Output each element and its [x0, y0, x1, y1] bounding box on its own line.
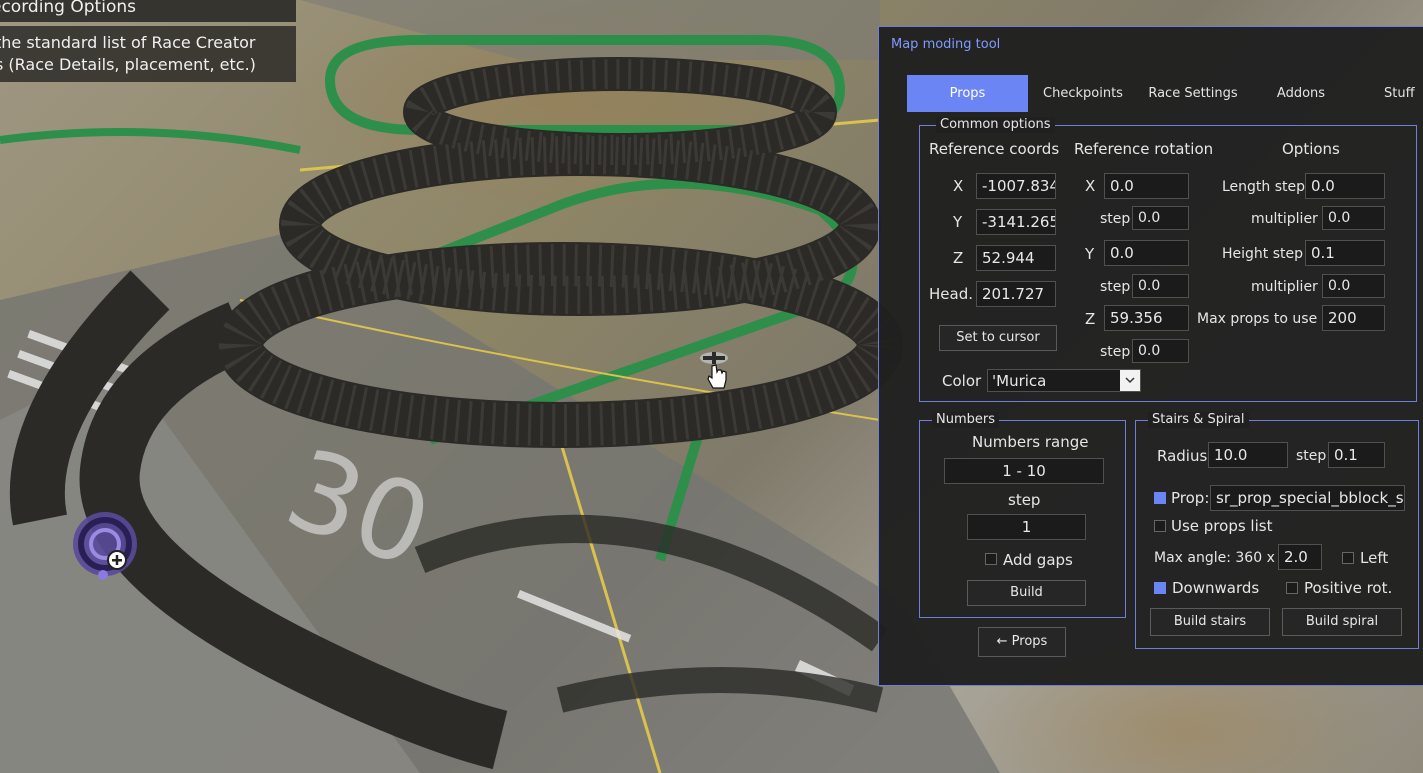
- coord-x-label: X: [953, 177, 964, 195]
- max-props-input[interactable]: 200: [1322, 305, 1385, 331]
- description-line-2: s (Race Details, placement, etc.): [0, 55, 256, 74]
- use-props-list-checkbox[interactable]: [1154, 520, 1166, 532]
- prop-checkbox[interactable]: [1154, 492, 1166, 504]
- length-multiplier-label: multiplier: [1251, 211, 1318, 227]
- radius-label: Radius: [1157, 447, 1208, 465]
- heading-input[interactable]: 201.727: [976, 281, 1056, 307]
- rotation-z-step-input[interactable]: 0.0: [1132, 339, 1189, 363]
- coord-z-input[interactable]: 52.944: [976, 245, 1056, 271]
- tab-addons[interactable]: Addons: [1248, 75, 1354, 112]
- rotation-x-step-label: step: [1100, 211, 1131, 227]
- use-props-list-label: Use props list: [1171, 517, 1273, 535]
- radius-input[interactable]: 10.0: [1208, 442, 1288, 468]
- build-spiral-button[interactable]: Build spiral: [1282, 608, 1402, 636]
- build-stairs-button[interactable]: Build stairs: [1150, 608, 1270, 636]
- rotation-y-step-label: step: [1100, 279, 1131, 295]
- rotation-y-label: Y: [1085, 245, 1095, 263]
- tab-race-settings[interactable]: Race Settings: [1138, 75, 1248, 112]
- height-multiplier-label: multiplier: [1251, 279, 1318, 295]
- positive-rot-checkbox[interactable]: [1286, 582, 1298, 594]
- radius-step-label: step: [1296, 448, 1327, 464]
- positive-rot-label: Positive rot.: [1304, 579, 1393, 597]
- options-header: Options: [1282, 140, 1340, 158]
- height-step-input[interactable]: 0.1: [1305, 240, 1385, 266]
- length-step-input[interactable]: 0.0: [1305, 173, 1385, 199]
- coord-y-input[interactable]: -3141.265: [976, 209, 1056, 235]
- numbers-legend: Numbers: [932, 412, 999, 428]
- radius-step-input[interactable]: 0.1: [1328, 442, 1385, 468]
- rotation-z-label: Z: [1085, 310, 1096, 328]
- numbers-build-button[interactable]: Build: [967, 580, 1086, 606]
- color-dropdown-value: 'Murica: [992, 372, 1047, 390]
- reference-coords-header: Reference coords: [929, 140, 1060, 158]
- rotation-x-label: X: [1085, 177, 1096, 195]
- reference-rotation-header: Reference rotation: [1074, 140, 1214, 158]
- left-checkbox[interactable]: [1342, 552, 1354, 564]
- recording-options-title: ecording Options: [0, 0, 136, 17]
- hand-cursor-icon: [700, 352, 728, 389]
- max-angle-label: Max angle: 360 x: [1154, 550, 1275, 566]
- height-step-label: Height step: [1222, 246, 1304, 262]
- rotation-z-input[interactable]: 59.356: [1104, 305, 1189, 331]
- numbers-step-input[interactable]: 1: [967, 514, 1086, 540]
- length-step-label: Length step: [1222, 179, 1306, 195]
- stairs-spiral-group: Stairs & Spiral Radius 10.0 step 0.1 Pro…: [1135, 412, 1419, 649]
- window-title: Map moding tool: [891, 37, 1001, 52]
- rotation-y-step-input[interactable]: 0.0: [1132, 274, 1189, 298]
- coord-y-label: Y: [953, 213, 963, 231]
- chevron-down-icon: [1120, 370, 1140, 391]
- heading-label: Head.: [929, 285, 973, 303]
- coord-z-label: Z: [953, 249, 964, 267]
- max-angle-input[interactable]: 2.0: [1278, 544, 1322, 570]
- common-options-legend: Common options: [936, 117, 1055, 133]
- prop-label: Prop:: [1171, 489, 1210, 507]
- color-dropdown[interactable]: 'Murica: [987, 369, 1141, 392]
- common-options-group: Common options Reference coords Referenc…: [919, 117, 1417, 402]
- add-gaps-checkbox[interactable]: [985, 553, 997, 565]
- tab-bar: Props Checkpoints Race Settings Addons S…: [907, 75, 1423, 112]
- coord-x-input[interactable]: -1007.834: [976, 173, 1056, 199]
- stairs-spiral-legend: Stairs & Spiral: [1148, 412, 1249, 428]
- set-to-cursor-button[interactable]: Set to cursor: [939, 325, 1057, 351]
- recording-options-header: ecording Options: [0, 0, 296, 22]
- add-gaps-label: Add gaps: [1003, 551, 1073, 569]
- left-label: Left: [1360, 549, 1389, 567]
- rotation-x-input[interactable]: 0.0: [1104, 173, 1189, 199]
- numbers-range-label: Numbers range: [972, 433, 1089, 451]
- length-multiplier-input[interactable]: 0.0: [1322, 206, 1385, 230]
- recording-options-description: the standard list of Race Creator s (Rac…: [0, 26, 296, 82]
- map-moding-tool-window: Map moding tool Props Checkpoints Race S…: [878, 26, 1423, 686]
- tab-stuff[interactable]: Stuff: [1354, 75, 1423, 112]
- tab-checkpoints[interactable]: Checkpoints: [1028, 75, 1138, 112]
- prop-input[interactable]: sr_prop_special_bblock_sr: [1210, 485, 1405, 511]
- numbers-step-label: step: [1008, 491, 1041, 509]
- back-to-props-button[interactable]: ← Props: [978, 627, 1066, 657]
- rotation-y-input[interactable]: 0.0: [1104, 240, 1189, 266]
- color-label: Color: [942, 372, 982, 390]
- tab-props[interactable]: Props: [907, 75, 1028, 112]
- max-props-label: Max props to use: [1197, 311, 1318, 327]
- rotation-x-step-input[interactable]: 0.0: [1132, 206, 1189, 230]
- downwards-checkbox[interactable]: [1154, 582, 1166, 594]
- rotation-z-step-label: step: [1100, 344, 1131, 360]
- downwards-label: Downwards: [1172, 579, 1260, 597]
- description-line-1: the standard list of Race Creator: [0, 33, 256, 52]
- height-multiplier-input[interactable]: 0.0: [1322, 274, 1385, 298]
- numbers-group: Numbers Numbers range 1 - 10 step 1 Add …: [919, 412, 1126, 618]
- numbers-range-input[interactable]: 1 - 10: [944, 458, 1104, 484]
- placement-target-icon: [73, 512, 137, 580]
